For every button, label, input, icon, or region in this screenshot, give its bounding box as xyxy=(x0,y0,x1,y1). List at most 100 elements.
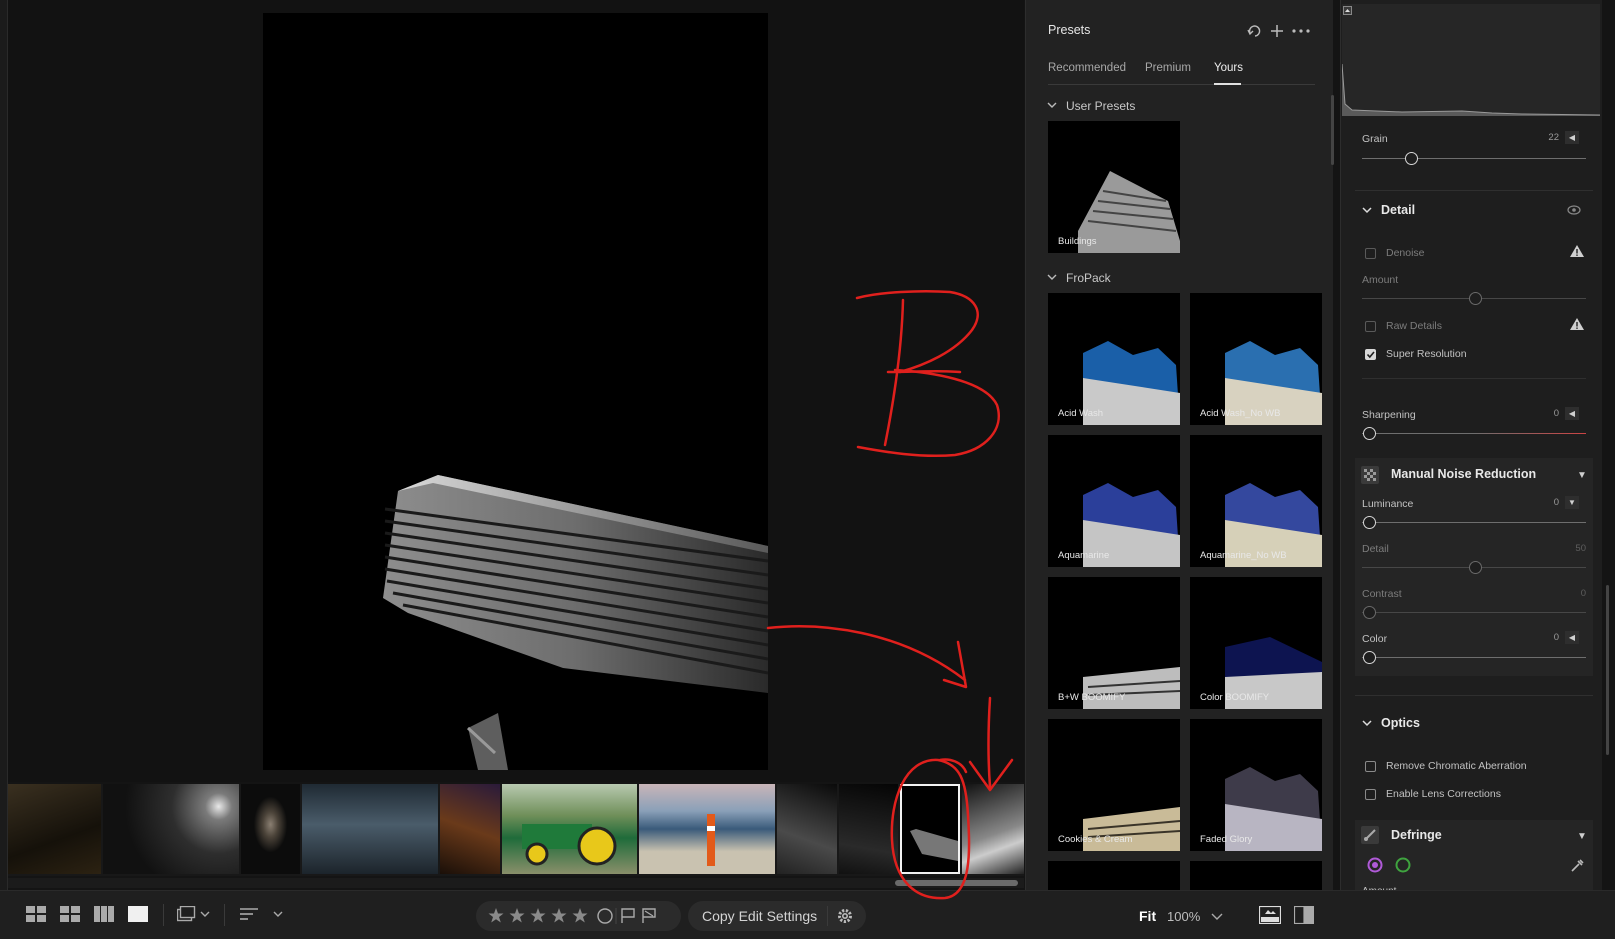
remove-chromatic-aberration-checkbox[interactable] xyxy=(1365,761,1376,772)
toolbar-separator xyxy=(827,906,828,926)
color-slider[interactable] xyxy=(1363,651,1376,664)
filmstrip-thumb[interactable] xyxy=(502,784,637,874)
remove-chromatic-aberration-label: Remove Chromatic Aberration xyxy=(1386,760,1527,772)
contrast-track xyxy=(1362,612,1586,613)
filmstrip-thumb[interactable] xyxy=(777,784,837,874)
zoom-level[interactable]: 100% xyxy=(1167,909,1200,924)
square-grid-icon[interactable] xyxy=(26,906,46,924)
preset-tile[interactable]: Buildings xyxy=(1048,121,1180,253)
green-hue-swatch[interactable] xyxy=(1395,857,1411,873)
eyedropper-icon[interactable] xyxy=(1569,857,1585,873)
sharpening-value[interactable]: 0 xyxy=(1535,408,1559,419)
warning-icon[interactable] xyxy=(1569,244,1585,258)
preset-label: Acid Wash xyxy=(1058,408,1104,419)
chevron-down-icon[interactable] xyxy=(1362,720,1372,727)
color-value[interactable]: 0 xyxy=(1535,632,1559,643)
grain-track[interactable] xyxy=(1362,158,1586,159)
filmstrip-scroll-thumb[interactable] xyxy=(895,880,1018,886)
preset-label: Aquamarine xyxy=(1058,550,1110,561)
chevron-down-icon[interactable] xyxy=(1211,913,1223,921)
dropdown-arrow-icon[interactable]: ▼ xyxy=(1577,470,1587,481)
sort-icon[interactable] xyxy=(240,906,284,924)
group-title-fropack[interactable]: FroPack xyxy=(1066,271,1111,285)
more-options-icon[interactable] xyxy=(1292,29,1310,33)
compare-view-icon[interactable] xyxy=(94,906,114,924)
enable-lens-corrections-checkbox[interactable] xyxy=(1365,789,1376,800)
optics-section-title[interactable]: Optics xyxy=(1381,716,1420,730)
color-track[interactable] xyxy=(1362,657,1586,658)
before-after-icon[interactable] xyxy=(1294,906,1314,924)
preset-tile[interactable] xyxy=(1190,861,1322,890)
tabs-divider xyxy=(1048,84,1315,85)
grain-label: Grain xyxy=(1362,133,1388,145)
dropdown-arrow-icon[interactable]: ▼ xyxy=(1577,831,1587,842)
noise-detail-slider xyxy=(1469,561,1482,574)
filmstrip-thumb[interactable] xyxy=(962,784,1024,874)
preset-tile[interactable]: Color BOOMIFY xyxy=(1190,577,1322,709)
detail-view-icon[interactable] xyxy=(128,906,148,924)
preset-tile[interactable]: Aquamarine xyxy=(1048,435,1180,567)
preset-tile[interactable]: Aquamarine_No WB xyxy=(1190,435,1322,567)
tab-yours[interactable]: Yours xyxy=(1214,62,1243,74)
noise-reduction-title[interactable]: Manual Noise Reduction xyxy=(1391,467,1536,481)
chevron-down-icon[interactable] xyxy=(1362,207,1372,214)
enable-lens-corrections-label: Enable Lens Corrections xyxy=(1386,788,1501,800)
sharpening-track[interactable] xyxy=(1362,433,1586,434)
filmstrip-thumb[interactable] xyxy=(839,784,898,874)
toolbar-separator xyxy=(224,904,225,926)
noise-detail-value: 50 xyxy=(1575,543,1586,554)
detail-section-title[interactable]: Detail xyxy=(1381,203,1415,217)
filmstrip-scrollbar[interactable] xyxy=(8,878,1024,888)
luminance-slider[interactable] xyxy=(1363,516,1376,529)
color-arrow-icon[interactable]: ◀ xyxy=(1565,631,1579,644)
purple-hue-swatch[interactable] xyxy=(1367,857,1383,873)
noise-detail-label: Detail xyxy=(1362,543,1389,555)
chevron-down-icon[interactable] xyxy=(1047,274,1057,281)
preset-tile[interactable]: Acid Wash xyxy=(1048,293,1180,425)
tab-premium[interactable]: Premium xyxy=(1145,62,1191,74)
filmstrip-toggle-icon[interactable] xyxy=(1259,906,1281,924)
copy-edit-settings-button[interactable]: Copy Edit Settings xyxy=(702,908,817,924)
preset-tile[interactable]: Acid Wash_No WB xyxy=(1190,293,1322,425)
super-resolution-checkbox[interactable] xyxy=(1365,349,1376,360)
raw-details-label: Raw Details xyxy=(1386,320,1443,332)
add-preset-icon[interactable] xyxy=(1270,24,1284,38)
grain-value[interactable]: 22 xyxy=(1535,132,1559,143)
raw-details-checkbox[interactable] xyxy=(1365,321,1376,332)
denoise-label: Denoise xyxy=(1386,247,1425,259)
luminance-track[interactable] xyxy=(1362,522,1586,523)
edit-panel-scrollbar[interactable] xyxy=(1606,585,1609,755)
warning-icon[interactable] xyxy=(1569,317,1585,331)
filmstrip-thumb[interactable] xyxy=(241,784,300,874)
filmstrip-thumb-selected[interactable] xyxy=(900,784,960,874)
filmstrip-thumb[interactable] xyxy=(103,784,239,874)
preset-tile[interactable]: B+W BOOMIFY xyxy=(1048,577,1180,709)
sharpening-arrow-icon[interactable]: ◀ xyxy=(1565,407,1579,420)
star-rating[interactable] xyxy=(488,907,678,925)
slideshow-icon[interactable] xyxy=(177,906,211,924)
luminance-arrow-icon[interactable]: ▼ xyxy=(1565,496,1579,509)
preset-tile[interactable] xyxy=(1048,861,1180,890)
preset-tile[interactable]: Cookies & Cream xyxy=(1048,719,1180,851)
filmstrip-thumb[interactable] xyxy=(440,784,500,874)
preset-tile[interactable]: Faded Glory xyxy=(1190,719,1322,851)
filmstrip[interactable] xyxy=(8,784,1024,876)
photo-grid-icon[interactable] xyxy=(60,906,80,924)
defringe-title[interactable]: Defringe xyxy=(1391,828,1442,842)
filmstrip-thumb[interactable] xyxy=(302,784,438,874)
gear-icon[interactable] xyxy=(836,907,854,925)
eye-icon[interactable] xyxy=(1567,205,1581,215)
chevron-down-icon[interactable] xyxy=(1047,102,1057,109)
filmstrip-thumb[interactable] xyxy=(8,784,101,874)
presets-scrollbar[interactable] xyxy=(1331,95,1334,165)
reset-icon[interactable] xyxy=(1247,24,1263,38)
luminance-value[interactable]: 0 xyxy=(1535,497,1559,508)
denoise-checkbox[interactable] xyxy=(1365,248,1376,259)
grain-arrow-icon[interactable]: ◀ xyxy=(1565,131,1579,144)
clipping-warning-icon[interactable] xyxy=(1343,6,1352,15)
fit-zoom-button[interactable]: Fit xyxy=(1139,908,1156,924)
group-title-user-presets[interactable]: User Presets xyxy=(1066,99,1135,113)
filmstrip-thumb[interactable] xyxy=(639,784,775,874)
sharpening-slider[interactable] xyxy=(1363,427,1376,440)
tab-recommended[interactable]: Recommended xyxy=(1048,62,1126,74)
